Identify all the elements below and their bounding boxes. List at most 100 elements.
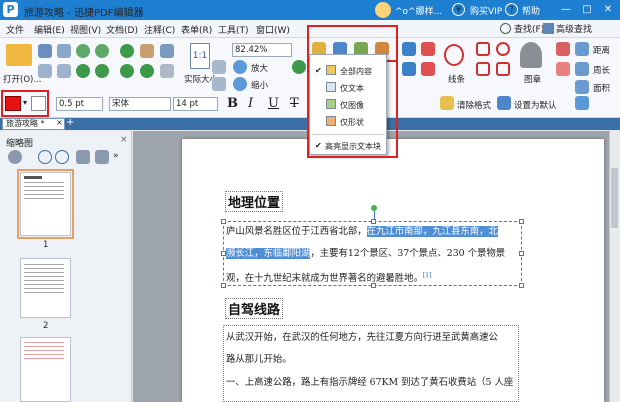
find-button[interactable]: 查找(F) [514,22,544,35]
strikethrough-button[interactable]: T [290,96,299,111]
lines-icon[interactable] [444,44,464,66]
save-icon[interactable] [38,44,52,58]
refresh-icon[interactable] [292,60,306,74]
sidebar-close-icon[interactable]: × [120,135,128,145]
stamp-icon[interactable] [520,42,542,68]
dropdown-item-shape-only[interactable]: 仅形状 [340,117,364,128]
user-avatar-icon[interactable] [375,2,391,18]
bold-button[interactable]: B [227,96,238,111]
scrollbar-thumb[interactable] [611,168,618,228]
dropdown-item-image-only[interactable]: 仅图像 [340,100,364,111]
properties-icon[interactable] [575,96,589,110]
eraser-icon[interactable] [556,62,570,76]
zoom-field[interactable]: 82.42% [232,43,292,57]
resize-handle-tr[interactable] [519,219,524,224]
distance-button[interactable]: 距离 [593,44,610,56]
lines-button[interactable]: 线条 [448,73,465,85]
zoom-out-button[interactable]: 缩小 [251,79,268,91]
area-button[interactable]: 面积 [593,82,610,94]
open-button-label[interactable]: 打开(O)... [3,73,41,85]
note-icon[interactable] [421,62,435,76]
menu-file[interactable]: 文件 [6,23,24,36]
clear-format-icon[interactable] [440,96,454,110]
resize-handle-r[interactable] [519,251,524,256]
italic-button[interactable]: I [248,96,253,111]
fill-color-dropdown-icon[interactable]: ▾ [23,98,27,107]
fill-color-swatch[interactable] [5,96,21,111]
menu-tools[interactable]: 工具(T) [218,23,249,36]
minimize-button[interactable]: — [556,2,576,18]
underline-button[interactable]: U [268,96,279,111]
clear-format-button[interactable]: 清除格式 [457,99,491,111]
dropdown-item-highlight-text-blocks[interactable]: 高亮显示文本块 [325,141,381,152]
menu-form[interactable]: 表单(R) [181,23,212,36]
thumbnail-zoom-in-icon[interactable] [55,150,69,164]
resize-handle-br[interactable] [519,283,524,288]
advanced-find-button[interactable]: 高级查找 [556,22,592,35]
text-tool-icon[interactable] [160,64,174,78]
stamp-button[interactable]: 图章 [524,73,541,85]
rotate-right-icon[interactable] [95,44,109,58]
zoom-in-button[interactable]: 放大 [251,62,268,74]
typewriter-icon[interactable] [402,42,416,56]
perimeter-icon[interactable] [575,62,589,76]
back-icon[interactable] [120,44,134,58]
tab-close-icon[interactable]: × [56,118,63,127]
pencil-icon[interactable] [556,42,570,56]
menu-view[interactable]: 视图(V) [70,23,101,36]
maximize-button[interactable]: □ [577,2,597,18]
sidebar-more-icon[interactable]: » [113,151,119,161]
first-page-icon[interactable] [76,64,90,78]
thumbnail-insert-icon[interactable] [76,150,90,164]
select-tool-icon[interactable] [160,44,174,58]
rotate-left-icon[interactable] [76,44,90,58]
distance-icon[interactable] [575,42,589,56]
dropdown-item-text-only[interactable]: 仅文本 [340,83,364,94]
set-default-icon[interactable] [497,96,511,110]
thumbnail-delete-icon[interactable] [95,150,109,164]
heading-location[interactable]: 地理位置 [225,191,284,212]
resize-handle-tl[interactable] [221,219,226,224]
line-width-field[interactable]: 0.5 pt [56,97,103,111]
zoom-in-icon[interactable] [233,60,247,74]
perimeter-button[interactable]: 周长 [593,64,610,76]
new-tab-icon[interactable]: + [66,117,74,128]
menu-document[interactable]: 文档(D) [106,23,138,36]
redo-icon[interactable] [57,64,71,78]
actual-size-icon[interactable]: 1:1 [190,43,210,69]
rectangle-icon[interactable] [476,42,490,56]
polygon-icon[interactable] [476,62,490,76]
next-page-icon[interactable] [120,64,134,78]
menu-edit[interactable]: 编辑(E) [34,23,65,36]
user-name[interactable]: ^o^娜样... [395,4,442,17]
undo-icon[interactable] [38,64,52,78]
zoom-out-icon[interactable] [233,77,247,91]
open-folder-icon[interactable] [6,44,32,66]
help-button[interactable]: 帮助 [522,4,540,17]
footnote-ref[interactable]: [1] [423,272,432,279]
font-size-field[interactable]: 14 pt [173,97,218,111]
hand-tool-icon[interactable] [140,44,154,58]
ellipse-icon[interactable] [496,42,510,56]
last-page-icon[interactable] [140,64,154,78]
close-window-button[interactable]: ✕ [598,2,618,18]
menu-window[interactable]: 窗口(W) [256,23,290,36]
textbox-icon[interactable] [402,62,416,76]
area-icon[interactable] [575,80,589,94]
print-icon[interactable] [57,44,71,58]
fit-page-icon[interactable] [212,77,226,91]
thumbnail-settings-icon[interactable] [8,150,22,164]
resize-handle-t[interactable] [371,219,376,224]
thumbnail-zoom-out-icon[interactable] [38,150,52,164]
fit-width-icon[interactable] [212,60,226,74]
callout-icon[interactable] [421,42,435,56]
cloud-icon[interactable] [496,62,510,76]
font-name-field[interactable]: 宋体 [109,97,171,111]
buy-vip-button[interactable]: 购买VIP [470,4,502,17]
prev-page-icon[interactable] [95,64,109,78]
heading-driving-route[interactable]: 自驾线路 [225,298,284,319]
dropdown-item-all-content[interactable]: 全部内容 [340,66,372,77]
menu-comment[interactable]: 注释(C) [144,23,175,36]
set-default-button[interactable]: 设置为默认 [514,99,557,111]
stroke-color-swatch[interactable] [31,96,46,111]
